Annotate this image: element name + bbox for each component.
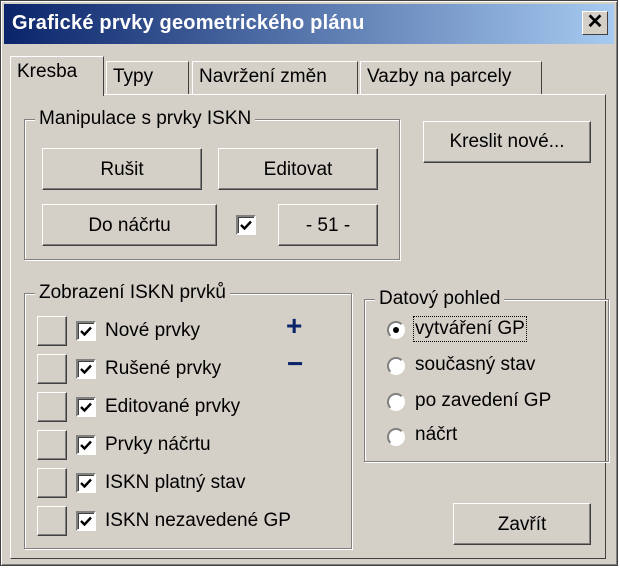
group-manipulace-legend: Manipulace s prvky ISKN	[35, 108, 256, 130]
soucasny-stav-label: současný stav	[415, 354, 536, 375]
prvky-nacrtu-checkbox[interactable]	[76, 435, 96, 455]
close-icon: ✕	[586, 11, 604, 33]
color-swatch-button[interactable]	[37, 354, 67, 384]
group-datovy-pohled: Datový pohled vytváření GP současný stav…	[364, 288, 609, 462]
group-datovy-pohled-legend: Datový pohled	[375, 288, 505, 310]
do-nacrtu-button[interactable]: Do náčrtu	[42, 204, 217, 246]
editovat-button[interactable]: Editovat	[218, 148, 378, 190]
radio-soucasny-stav[interactable]	[387, 357, 405, 375]
radio-selected-dot	[393, 327, 399, 333]
iskn-platny-stav-checkbox[interactable]	[76, 473, 96, 493]
nacrt-number-button[interactable]: - 51 -	[278, 204, 378, 246]
checkmark-icon	[80, 402, 92, 413]
radio-po-zavedeni-gp[interactable]	[387, 393, 405, 411]
editovane-prvky-checkbox[interactable]	[76, 397, 96, 417]
zavrit-label: Zavřít	[497, 514, 547, 535]
close-button[interactable]: ✕	[582, 11, 608, 35]
checkmark-icon	[80, 516, 92, 527]
color-swatch-button[interactable]	[37, 316, 67, 346]
color-swatch-button[interactable]	[37, 506, 67, 536]
color-swatch-button[interactable]	[37, 468, 67, 498]
tab-typy[interactable]: Typy	[106, 61, 189, 95]
minus-icon: −	[287, 348, 304, 379]
rusit-label: Rušit	[100, 159, 144, 180]
title-bar[interactable]: Grafické prvky geometrického plánu ✕	[4, 4, 614, 44]
zavrit-button[interactable]: Zavřít	[453, 503, 591, 545]
tab-label: Navržení změn	[199, 66, 327, 87]
nove-prvky-label: Nové prvky	[105, 320, 201, 341]
radio-nacrt[interactable]	[387, 428, 405, 446]
checkmark-icon	[80, 326, 92, 337]
rusene-prvky-checkbox[interactable]	[76, 359, 96, 379]
tab-navrzeni-zmen[interactable]: Navržení změn	[192, 61, 358, 95]
rusit-button[interactable]: Rušit	[42, 148, 202, 190]
tab-label: Kresba	[17, 61, 78, 82]
nacrt-label: náčrt	[415, 424, 458, 445]
do-nacrtu-label: Do náčrtu	[88, 215, 171, 236]
group-zobrazeni-legend: Zobrazení ISKN prvků	[35, 282, 230, 304]
tab-vazby-na-parcely[interactable]: Vazby na parcely	[360, 61, 542, 95]
iskn-nezavedene-gp-checkbox[interactable]	[76, 511, 96, 531]
editovane-prvky-label: Editované prvky	[105, 396, 241, 417]
vytvareni-gp-label: vytváření GP	[413, 316, 527, 342]
iskn-platny-stav-label: ISKN platný stav	[105, 472, 246, 493]
color-swatch-button[interactable]	[37, 430, 67, 460]
nacrt-checkbox[interactable]	[236, 215, 256, 235]
nacrt-number-label: - 51 -	[305, 215, 351, 236]
prvky-nacrtu-label: Prvky náčrtu	[105, 434, 211, 455]
editovat-label: Editovat	[263, 159, 333, 180]
kreslit-nove-button[interactable]: Kreslit nové...	[423, 121, 591, 163]
po-zavedeni-gp-label: po zavedení GP	[415, 390, 552, 411]
iskn-nezavedene-gp-label: ISKN nezavedené GP	[105, 510, 291, 531]
group-manipulace: Manipulace s prvky ISKN Rušit Editovat D…	[24, 108, 400, 260]
tab-kresba[interactable]: Kresba	[10, 56, 104, 96]
tab-label: Typy	[113, 66, 154, 87]
nove-prvky-checkbox[interactable]	[76, 321, 96, 341]
rusene-prvky-label: Rušené prvky	[105, 358, 222, 379]
tab-panel-kresba: Manipulace s prvky ISKN Rušit Editovat D…	[10, 94, 609, 559]
checkmark-icon	[240, 220, 252, 231]
checkmark-icon	[80, 478, 92, 489]
plus-icon: +	[286, 310, 303, 341]
radio-vytvareni-gp[interactable]	[387, 321, 405, 339]
group-zobrazeni: Zobrazení ISKN prvků Nové prvky + Rušené…	[24, 282, 352, 549]
kreslit-nove-label: Kreslit nové...	[449, 131, 565, 152]
color-swatch-button[interactable]	[37, 392, 67, 422]
checkmark-icon	[80, 364, 92, 375]
checkmark-icon	[80, 440, 92, 451]
tab-label: Vazby na parcely	[367, 66, 512, 87]
window-title: Grafické prvky geometrického plánu	[12, 12, 365, 34]
